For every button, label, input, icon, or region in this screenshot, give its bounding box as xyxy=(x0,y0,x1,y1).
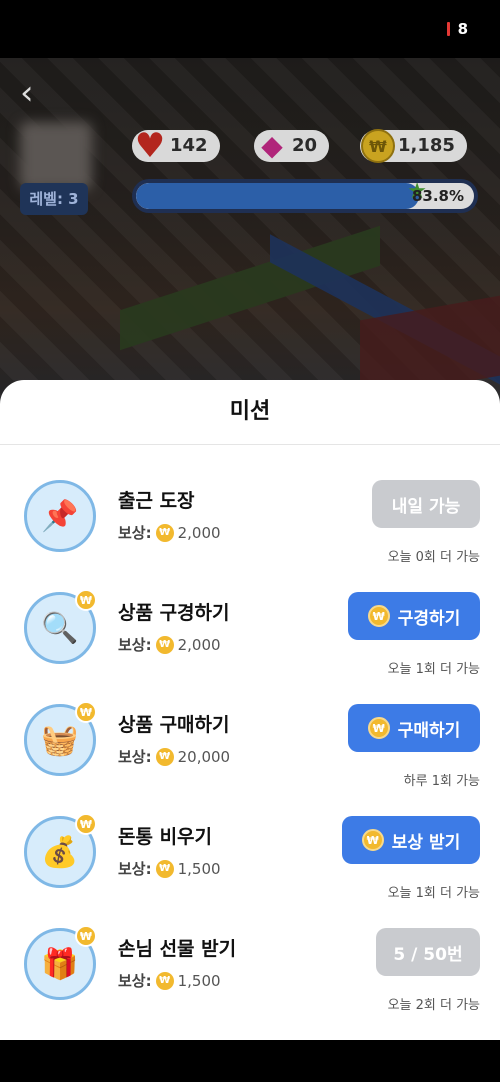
reward-amount: 1,500 xyxy=(177,859,221,878)
coin-icon: ₩ xyxy=(155,747,174,766)
magnifier-icon: 🔍 ₩ xyxy=(24,589,97,664)
mission-reward: 보상: ₩2,000 xyxy=(118,634,221,655)
mission-action-button[interactable]: 5 / 50번 xyxy=(376,928,480,976)
button-label: 내일 가능 xyxy=(391,496,461,517)
coin-icon: ₩ xyxy=(367,717,390,739)
coin-icon: ₩ xyxy=(360,128,396,164)
mission-limit-note: 오늘 1회 더 가능 xyxy=(387,886,480,901)
coin-badge-icon: ₩ xyxy=(75,589,97,611)
reward-label: 보상: xyxy=(118,636,152,654)
reward-amount: 2,000 xyxy=(177,523,221,542)
dim-overlay xyxy=(0,58,500,418)
mission-name: 상품 구경하기 xyxy=(118,602,230,624)
battery-icon xyxy=(446,22,450,36)
button-label: 구경하기 xyxy=(397,608,461,629)
divider xyxy=(0,444,500,445)
reward-amount: 2,000 xyxy=(177,635,221,654)
shopping-basket-icon: 🧺 ₩ xyxy=(24,701,97,776)
reward-label: 보상: xyxy=(118,524,152,542)
progress-percent: 83.8% xyxy=(411,187,464,205)
mission-row: 🎁 ₩ 손님 선물 받기 보상: ₩1,500 5 / 50번 오늘 2회 더 가능 xyxy=(0,925,500,1040)
coins-counter: ₩ 1,185 xyxy=(360,128,467,164)
mission-action-button[interactable]: 내일 가능 xyxy=(372,480,480,528)
reward-label: 보상: xyxy=(118,860,152,878)
sheet-title: 미션 xyxy=(229,399,271,424)
coin-badge-icon: ₩ xyxy=(75,813,97,835)
coin-badge-icon: ₩ xyxy=(75,701,97,723)
progress-fill xyxy=(136,183,420,209)
battery-indicator: 8 xyxy=(446,20,468,38)
button-label: 보상 받기 xyxy=(391,832,461,853)
coin-icon: ₩ xyxy=(155,859,174,878)
gem-icon: ◆ xyxy=(261,129,283,162)
button-label: 5 / 50번 xyxy=(393,944,463,965)
mission-sheet: 미션 📌 출근 도장 보상: ₩2,000 내일 가능 오늘 0회 더 가능 🔍 ₩ 상품 구경… xyxy=(0,380,500,1040)
mission-reward: 보상: ₩20,000 xyxy=(118,746,230,767)
mission-action-button[interactable]: ₩ 구매하기 xyxy=(348,704,480,752)
level-progress-bar: ★ 83.8% xyxy=(132,179,478,213)
button-label: 구매하기 xyxy=(397,720,461,741)
heart-icon: ♥ xyxy=(134,126,166,166)
mission-name: 손님 선물 받기 xyxy=(118,938,237,960)
mission-limit-note: 오늘 0회 더 가능 xyxy=(387,550,480,565)
gems-counter: ◆ 20 xyxy=(254,129,330,162)
back-arrow-icon[interactable]: ‹ xyxy=(20,76,50,110)
reward-amount: 20,000 xyxy=(177,747,231,766)
mission-reward: 보상: ₩2,000 xyxy=(118,522,221,543)
coin-icon: ₩ xyxy=(367,605,390,627)
level-badge: 레벨: 3 xyxy=(20,183,88,215)
gift-box-icon: 🎁 ₩ xyxy=(24,925,97,1000)
mission-row: 📌 출근 도장보상: ₩2,000 내일 가능오늘 0회 더 가능 xyxy=(0,480,500,592)
status-bar: 8 xyxy=(0,0,500,58)
mission-limit-note: 하루 1회 가능 xyxy=(403,774,480,789)
bottom-bar xyxy=(0,1040,500,1082)
game-scene: ‹ 레벨: 3 ♥ 142 ◆ 20 ₩ 1,185 ★ 83.8% xyxy=(0,58,500,418)
pin-stamp-icon: 📌 xyxy=(24,480,96,552)
mission-name: 돈통 비우기 xyxy=(118,826,213,848)
reward-amount: 1,500 xyxy=(177,971,221,990)
coin-icon: ₩ xyxy=(155,971,174,990)
mission-row: 🧺 ₩ 상품 구매하기 보상: ₩20,000 ₩ 구매하기 하루 1회 가능 xyxy=(0,701,500,816)
mission-row: 🔍 ₩ 상품 구경하기 보상: ₩2,000 ₩ 구경하기 오늘 1회 더 가능 xyxy=(0,589,500,704)
battery-level: 8 xyxy=(457,20,468,38)
coin-badge-icon: ₩ xyxy=(75,925,97,947)
mission-reward: 보상: ₩1,500 xyxy=(118,858,221,879)
mission-name: 출근 도장 xyxy=(118,490,195,512)
reward-label: 보상: xyxy=(118,748,152,766)
mission-row: 💰 ₩ 돈통 비우기 보상: ₩1,500 ₩ 보상 받기 오늘 1회 더 가능 xyxy=(0,813,500,928)
mission-name: 상품 구매하기 xyxy=(118,714,230,736)
coin-icon: ₩ xyxy=(155,635,174,654)
hearts-counter: ♥ 142 xyxy=(132,126,220,166)
mission-limit-note: 오늘 1회 더 가능 xyxy=(387,662,480,677)
reward-label: 보상: xyxy=(118,972,152,990)
mission-reward: 보상: ₩1,500 xyxy=(118,970,221,991)
mission-limit-note: 오늘 2회 더 가능 xyxy=(387,998,480,1013)
mission-action-button[interactable]: ₩ 구경하기 xyxy=(348,592,480,640)
coin-pile-icon: 💰 ₩ xyxy=(24,813,97,888)
coin-icon: ₩ xyxy=(361,829,384,851)
mission-action-button[interactable]: ₩ 보상 받기 xyxy=(342,816,480,864)
coin-icon: ₩ xyxy=(155,523,174,542)
avatar xyxy=(20,122,92,190)
